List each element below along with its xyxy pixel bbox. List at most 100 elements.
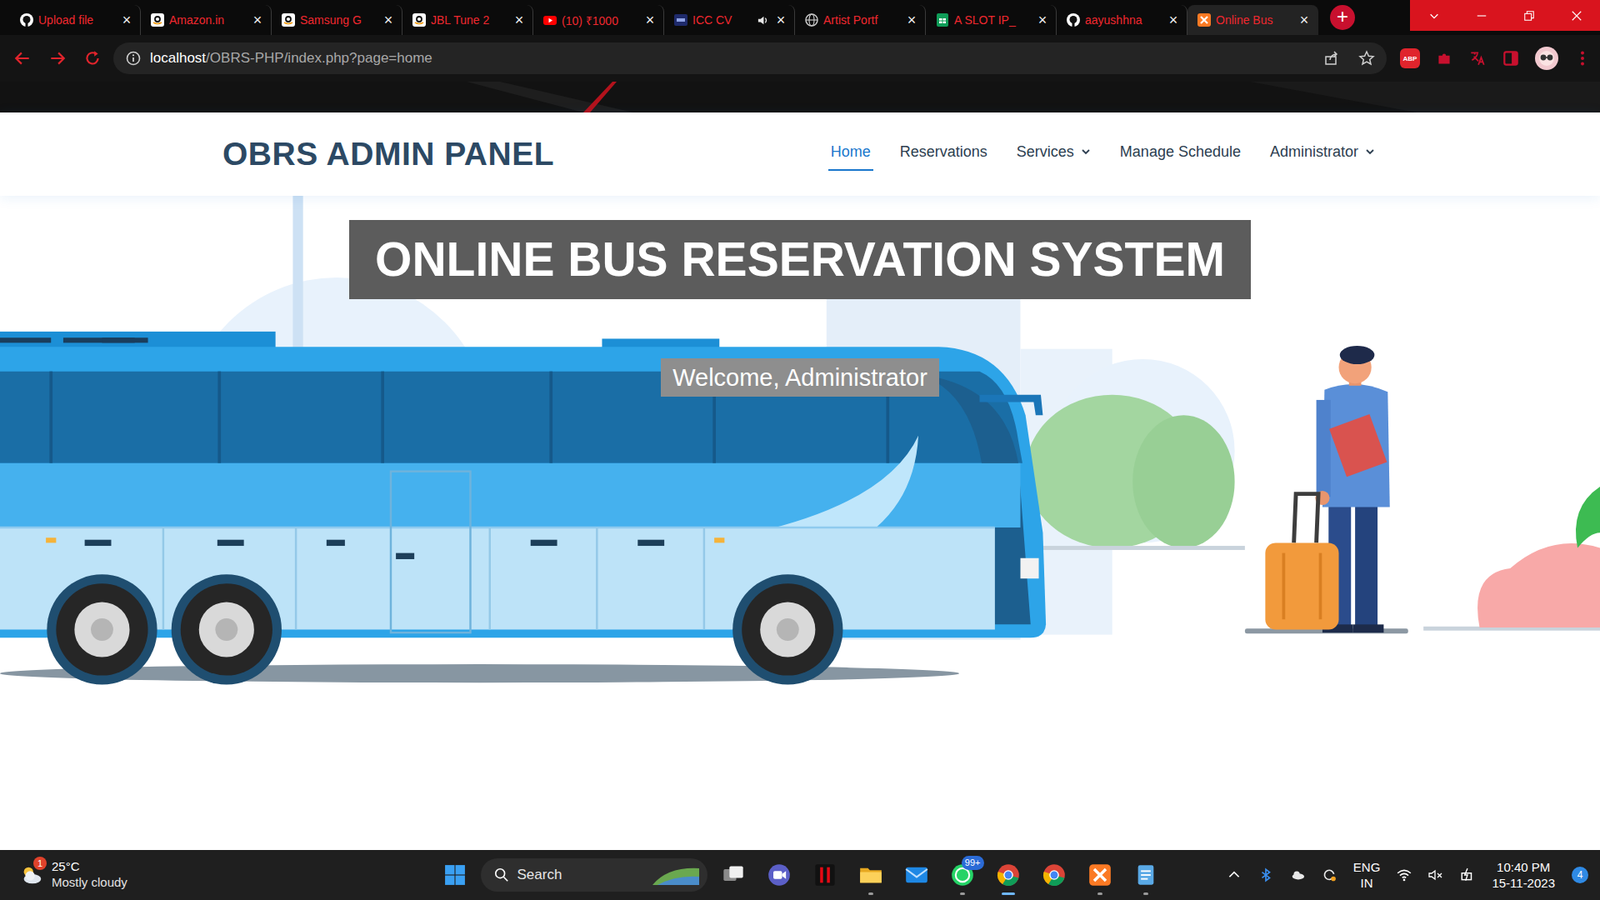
window-controls [1410,0,1600,31]
taskbar-app[interactable] [988,855,1029,895]
mail-app-icon [905,863,929,887]
browser-tab[interactable]: Amazon.in × [140,5,272,35]
back-arrow-icon[interactable] [13,49,32,68]
nav-item[interactable]: Services [1014,135,1094,171]
tab-close-button[interactable]: × [1166,12,1180,28]
browser-tab[interactable]: JBL Tune 2 × [402,5,534,35]
windows-logo-icon [444,864,466,886]
taskbar-app[interactable] [759,855,800,895]
system-tray: ENGIN 10:40 PM15-11-2023 4 [1165,859,1600,892]
star-icon[interactable] [1358,50,1375,67]
tab-close-button[interactable]: × [774,12,788,28]
browser-tab[interactable]: aayushhna × [1056,5,1188,35]
taskbar-app[interactable] [896,855,937,895]
notepad-app-icon [1134,863,1158,887]
bluetooth-icon[interactable] [1258,867,1274,883]
start-button[interactable] [435,855,475,895]
xampp-favicon-icon [1197,13,1211,27]
sync-icon[interactable] [1321,867,1337,883]
taskbar-app[interactable]: 99+ [942,855,983,895]
browser-tab[interactable]: A SLOT IP_ × [925,5,1057,35]
tab-close-button[interactable]: × [905,12,919,28]
close-icon [1570,10,1583,22]
browser-toolbar: localhost/OBRS-PHP/index.php?page=home A… [0,35,1600,82]
chrome-app-icon [1042,863,1066,887]
main-nav: Home Reservations Services Manage Schedu… [828,135,1378,171]
tab-close-button[interactable]: × [1297,12,1311,28]
chevron-up-icon[interactable] [1226,867,1242,883]
close-button[interactable] [1552,0,1600,31]
taskbar-app[interactable] [713,855,754,895]
brand-logo[interactable]: OBRS ADMIN PANEL [222,135,555,173]
clock[interactable]: 10:40 PM15-11-2023 [1491,859,1555,892]
nav-item[interactable]: Administrator [1267,135,1378,171]
browser-tab[interactable]: Artist Portf × [795,5,926,35]
translate-extension-icon[interactable] [1468,49,1487,68]
adblock-extension-button[interactable]: ABP [1400,48,1420,69]
globe-favicon-icon [805,13,819,27]
speaker-icon[interactable] [756,14,770,27]
tab-search-button[interactable] [1410,0,1458,31]
taskbar-search[interactable]: Search [480,858,708,892]
tab-title: Upload file [38,13,115,27]
nav-item[interactable]: Manage Schedule [1117,135,1244,171]
language-indicator[interactable]: ENGIN [1353,859,1381,892]
minimize-button[interactable] [1457,0,1505,31]
extensions-area: ABP [1400,46,1592,70]
tab-close-button[interactable]: × [512,12,526,28]
tab-close-button[interactable]: × [1035,12,1050,28]
tab-title: JBL Tune 2 [430,13,508,27]
volume-icon[interactable] [1428,867,1444,883]
tab-title: A SLOT IP_ [954,13,1031,27]
sheets-favicon-icon [935,13,950,27]
search-highlight-icon [650,863,701,887]
new-tab-button[interactable]: + [1330,5,1355,30]
profile-avatar-icon[interactable] [1535,46,1559,70]
chevron-down-icon [1080,146,1091,157]
tab-close-button[interactable]: × [250,12,265,28]
hero-overlay: ONLINE BUS RESERVATION SYSTEM Welcome, A… [0,195,1600,397]
more-menu-icon[interactable] [1573,49,1592,68]
restore-button[interactable] [1505,0,1553,31]
taskbar-app[interactable] [1080,855,1120,895]
address-bar[interactable]: localhost/OBRS-PHP/index.php?page=home [113,42,1387,75]
forward-arrow-icon[interactable] [48,49,67,68]
info-icon[interactable] [125,50,142,67]
browser-tab[interactable]: Online Bus × [1187,5,1319,35]
tab-close-button[interactable]: × [381,12,395,28]
taskbar-app[interactable] [1034,855,1075,895]
taskbar-app[interactable] [1125,855,1166,895]
puzzle-extension-icon[interactable] [1435,49,1454,68]
xampp-app-icon [1088,863,1112,887]
browser-tab[interactable]: (10) ₹1000 × [533,5,665,35]
tab-close-button[interactable]: × [120,12,134,28]
weather-badge: 1 [33,856,47,870]
taskbar-app[interactable] [805,855,845,895]
share-icon[interactable] [1323,50,1340,67]
browser-tab[interactable]: Samsung G × [271,5,403,35]
browser-tab[interactable]: ICC CV × [664,5,795,35]
chevron-down-icon [1365,146,1375,157]
tab-close-button[interactable]: × [643,12,657,28]
taskbar-app[interactable] [850,855,891,895]
tab-title: Online Bus [1215,13,1293,27]
theme-graphic-icon [0,81,1600,113]
wifi-icon[interactable] [1396,867,1412,883]
side-panel-icon[interactable] [1501,49,1520,68]
reload-icon[interactable] [83,49,102,68]
running-indicator [868,892,874,895]
web-page: OBRS ADMIN PANEL Home Reservations Servi… [0,112,1600,850]
nav-item[interactable]: Home [828,135,874,171]
browser-tab[interactable]: Upload file × [10,5,141,35]
amazon-favicon-icon [412,13,426,27]
battery-charging-icon[interactable] [1460,867,1475,883]
weather-widget[interactable]: 1 25°C Mostly cloudy [0,859,435,891]
notification-badge[interactable]: 4 [1571,866,1589,884]
hero-title: ONLINE BUS RESERVATION SYSTEM [349,220,1251,300]
site-header: OBRS ADMIN PANEL Home Reservations Servi… [0,112,1600,196]
chevron-down-icon [1428,10,1440,22]
amazon-favicon-icon [150,13,165,27]
nav-item[interactable]: Reservations [897,135,990,171]
onedrive-cloud-icon[interactable] [1290,867,1305,883]
browser-theme-band [0,81,1600,113]
